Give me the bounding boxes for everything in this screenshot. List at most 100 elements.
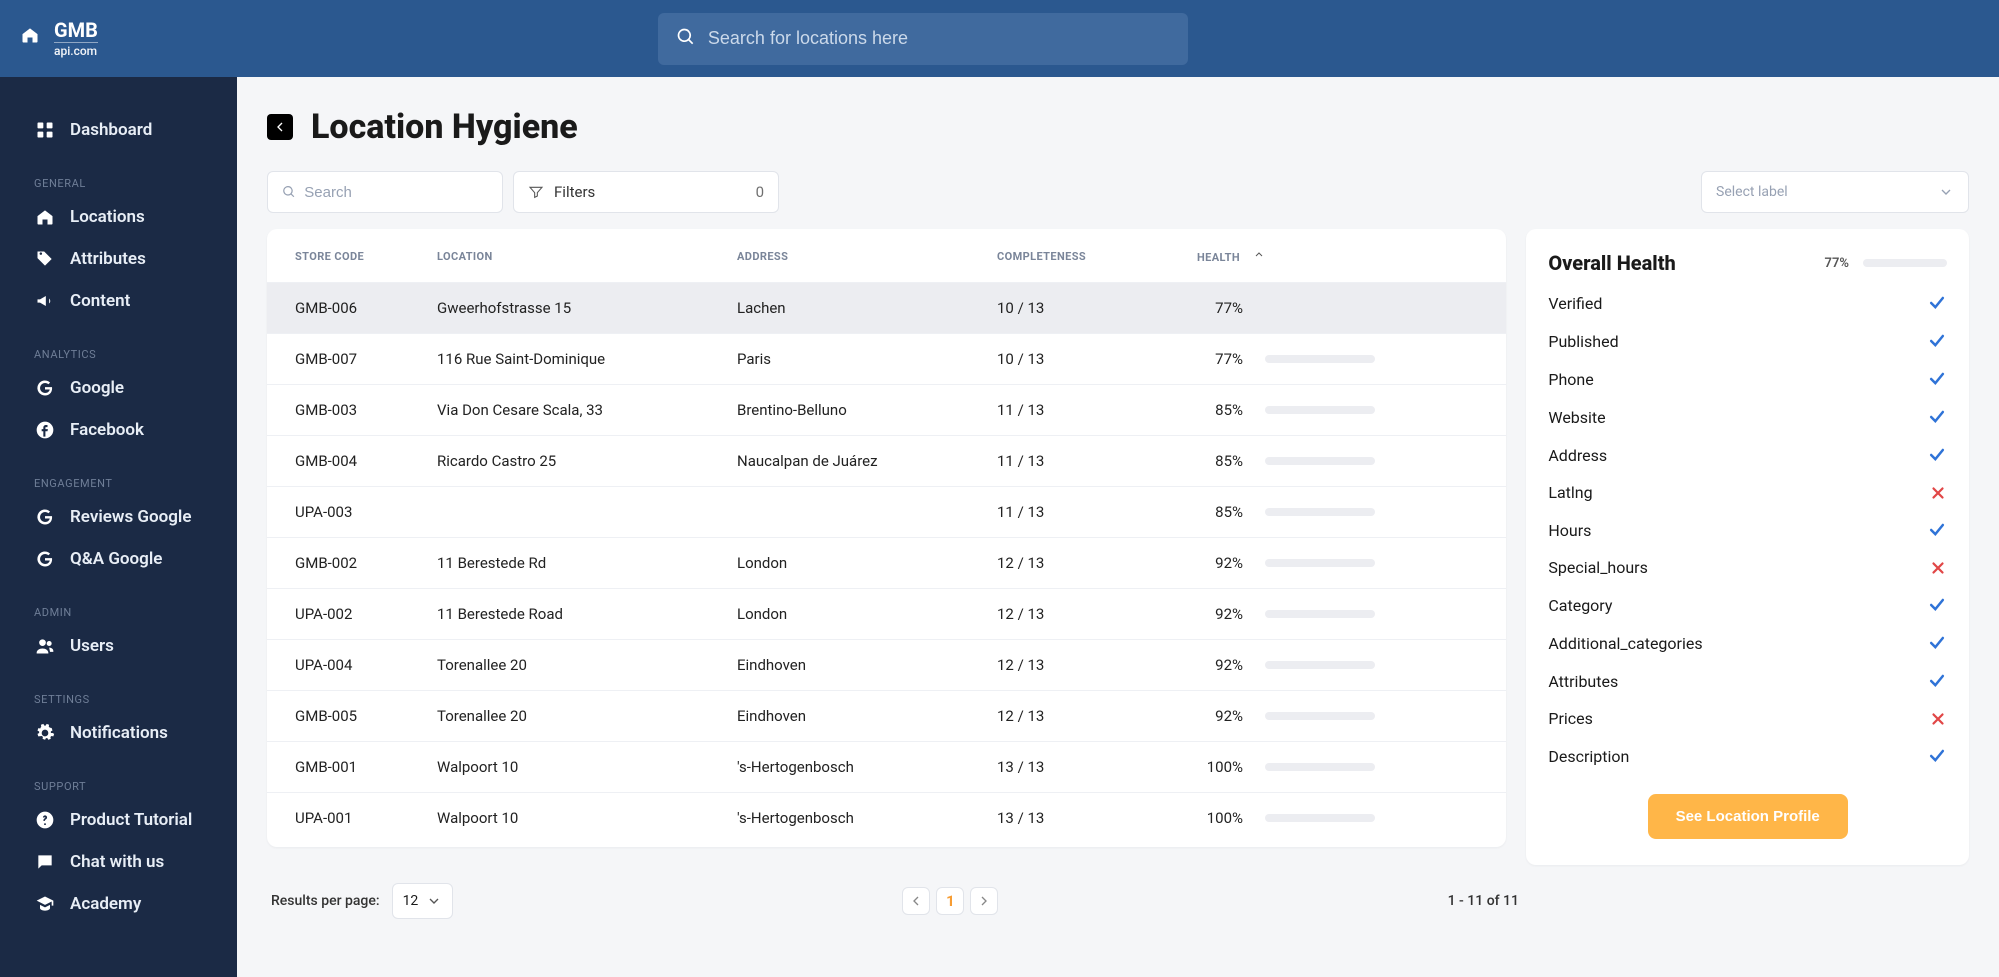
cell-completeness: 12 / 13 [987,640,1187,691]
health-item-label: Address [1548,446,1607,465]
sort-asc-icon [1253,249,1265,264]
cell-location: 11 Berestede Road [427,589,727,640]
health-pct: 100% [1197,809,1243,827]
global-search-input[interactable] [708,28,1170,49]
cell-store-code: UPA-001 [267,793,427,844]
sidebar-item-reviews-google[interactable]: Reviews Google [0,496,237,538]
health-item: Special_hours [1548,558,1947,577]
sidebar-item-notifications[interactable]: Notifications [0,712,237,754]
table-search-input[interactable] [304,184,488,201]
cell-health: 85% [1187,436,1506,487]
health-item: Description [1548,746,1947,766]
sidebar-item-academy[interactable]: Academy [0,883,237,925]
next-page-button[interactable] [970,887,998,915]
see-location-profile-button[interactable]: See Location Profile [1648,794,1848,839]
global-search[interactable] [658,13,1188,65]
sidebar-item-label: Academy [70,894,141,914]
check-icon [1927,369,1947,389]
health-panel-title: Overall Health [1548,251,1675,275]
cell-location: Via Don Cesare Scala, 33 [427,385,727,436]
results-range: 1 - 11 of 11 [1448,893,1519,909]
check-icon [1927,445,1947,465]
cell-location: Torenallee 20 [427,691,727,742]
table-row[interactable]: GMB-005 Torenallee 20 Eindhoven 12 / 13 … [267,691,1506,742]
cell-location: Walpoort 10 [427,742,727,793]
col-completeness[interactable]: COMPLETENESS [987,229,1187,283]
table-row[interactable]: UPA-003 11 / 13 85% [267,487,1506,538]
table-row[interactable]: GMB-004 Ricardo Castro 25 Naucalpan de J… [267,436,1506,487]
sidebar: Dashboard GENERALLocationsAttributesCont… [0,77,237,977]
select-label-dropdown[interactable]: Select label [1701,171,1969,213]
col-location[interactable]: LOCATION [427,229,727,283]
col-health[interactable]: HEALTH [1187,229,1506,283]
prev-page-button[interactable] [902,887,930,915]
table-row[interactable]: GMB-001 Walpoort 10 's-Hertogenbosch 13 … [267,742,1506,793]
sidebar-item-label: Content [70,291,130,311]
sidebar-item-label: Users [70,636,114,656]
google-icon [34,377,56,399]
cell-store-code: GMB-007 [267,334,427,385]
page-number-current[interactable]: 1 [936,887,964,915]
sidebar-item-google[interactable]: Google [0,367,237,409]
gear-icon [34,722,56,744]
overall-health-panel: Overall Health 77% VerifiedPublishedPhon… [1526,229,1969,865]
col-address[interactable]: ADDRESS [727,229,987,283]
chat-icon [34,851,56,873]
sidebar-item-facebook[interactable]: Facebook [0,409,237,451]
health-bar [1265,814,1375,822]
sidebar-item-chat-with-us[interactable]: Chat with us [0,841,237,883]
sidebar-item-attributes[interactable]: Attributes [0,238,237,280]
back-button[interactable] [267,114,293,140]
health-item: Hours [1548,520,1947,540]
chevron-left-icon [908,893,924,909]
table-row[interactable]: UPA-001 Walpoort 10 's-Hertogenbosch 13 … [267,793,1506,844]
table-row[interactable]: GMB-002 11 Berestede Rd London 12 / 13 9… [267,538,1506,589]
check-icon [1927,671,1947,691]
sidebar-item-dashboard[interactable]: Dashboard [0,109,237,151]
cell-store-code: GMB-003 [267,385,427,436]
cell-health: 85% [1187,487,1506,538]
table-row[interactable]: GMB-007 116 Rue Saint-Dominique Paris 10… [267,334,1506,385]
table-search[interactable] [267,171,503,213]
sidebar-item-label: Facebook [70,420,144,440]
table-row[interactable]: UPA-002 11 Berestede Road London 12 / 13… [267,589,1506,640]
sidebar-item-content[interactable]: Content [0,280,237,322]
table-row[interactable]: GMB-006 Gweerhofstrasse 15 Lachen 10 / 1… [267,283,1506,334]
health-pct: 77% [1197,350,1243,368]
topbar: GMB api.com [0,0,1999,77]
cell-store-code: GMB-006 [267,283,427,334]
table-row[interactable]: GMB-003 Via Don Cesare Scala, 33 Brentin… [267,385,1506,436]
cell-location: Walpoort 10 [427,793,727,844]
logo[interactable]: GMB api.com [20,20,98,57]
chevron-down-icon [426,893,442,909]
tag-icon [34,248,56,270]
results-per-page-select[interactable]: 12 [392,883,454,919]
health-item-label: Attributes [1548,672,1618,691]
health-item: Additional_categories [1548,633,1947,653]
check-icon [1927,293,1947,313]
health-item: Prices [1548,709,1947,728]
check-icon [1927,595,1947,615]
sidebar-item-users[interactable]: Users [0,625,237,667]
sidebar-item-q-a-google[interactable]: Q&A Google [0,538,237,580]
sidebar-item-locations[interactable]: Locations [0,196,237,238]
health-pct: 85% [1197,452,1243,470]
table-row[interactable]: UPA-004 Torenallee 20 Eindhoven 12 / 13 … [267,640,1506,691]
sidebar-item-label: Q&A Google [70,549,162,569]
cell-address: 's-Hertogenbosch [727,793,987,844]
health-item: Category [1548,595,1947,615]
academy-icon [34,893,56,915]
cell-location: 116 Rue Saint-Dominique [427,334,727,385]
health-item-label: Hours [1548,521,1591,540]
cell-store-code: GMB-004 [267,436,427,487]
sidebar-section-label: ANALYTICS [0,348,237,367]
cell-location [427,487,727,538]
filters-label: Filters [554,183,595,201]
logo-sub: api.com [54,42,98,57]
check-icon [1927,633,1947,653]
col-store-code[interactable]: STORE CODE [267,229,427,283]
filters-button[interactable]: Filters 0 [513,171,779,213]
sidebar-item-product-tutorial[interactable]: Product Tutorial [0,799,237,841]
cell-completeness: 12 / 13 [987,691,1187,742]
cell-store-code: UPA-002 [267,589,427,640]
